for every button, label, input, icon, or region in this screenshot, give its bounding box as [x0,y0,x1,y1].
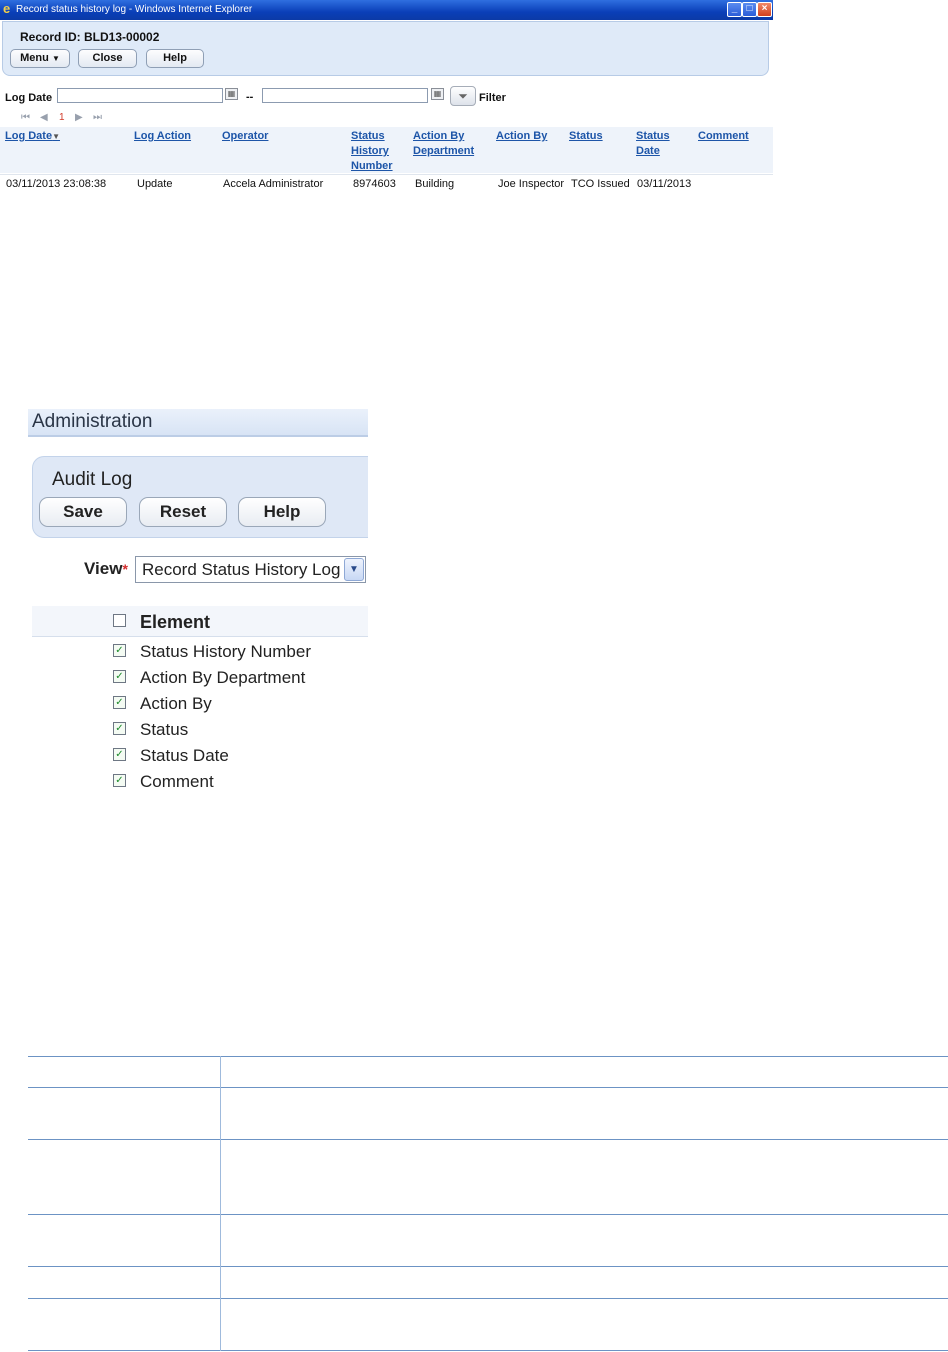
view-label: View* [84,559,128,579]
view-label-text: View [84,559,123,578]
minimize-icon[interactable]: _ [727,2,742,17]
log-date-to-input[interactable] [262,88,428,103]
column-header-status-history-number[interactable]: Status History Number [351,129,405,174]
last-page-icon[interactable]: ⏭ [93,112,102,124]
administration-title: Administration [32,411,153,432]
filter-label: Filter [479,92,506,104]
table-divider [28,1350,948,1351]
view-select-value: Record Status History Log [142,560,341,579]
table-divider [28,1139,948,1140]
list-item: ✓ Status [32,717,368,743]
element-label: Status [140,720,189,739]
cell-log-action: Update [137,178,173,190]
list-item: ✓ Action By [32,691,368,717]
column-header-status[interactable]: Status [569,129,603,144]
list-item: ✓ Status Date [32,743,368,769]
cell-status-history-number: 8974603 [353,178,396,190]
menu-button-label: Menu [20,52,49,64]
close-window-icon[interactable]: × [757,2,772,17]
help-button[interactable]: Help [238,497,326,527]
audit-log-title: Audit Log [52,469,133,490]
cell-operator: Accela Administrator [223,178,324,190]
element-label: Status History Number [140,642,311,661]
calendar-icon[interactable]: ▦ [431,88,444,100]
element-checkbox[interactable]: ✓ [113,722,126,735]
element-checkbox[interactable]: ✓ [113,696,126,709]
element-column-header: Element [140,612,211,632]
list-item: ✓ Comment [32,769,368,795]
element-label: Comment [140,772,214,791]
log-date-filter: Log Date ▦ -- ▦ ⏷ Filter [0,86,773,108]
window-title: Record status history log - Windows Inte… [16,4,253,15]
element-label: Status Date [140,746,229,765]
column-header-action-by-department[interactable]: Action By Department [413,129,485,159]
cell-status-date: 03/11/2013 [637,178,692,190]
cell-log-date: 03/11/2013 23:08:38 [6,178,107,190]
list-item: ✓ Action By Department [32,665,368,691]
column-header-comment[interactable]: Comment [698,129,749,144]
element-label: Action By [140,694,212,713]
menu-button[interactable]: Menu ▼ [10,49,70,68]
ie-popup-window: e Record status history log - Windows In… [0,0,773,193]
log-date-from-input[interactable] [57,88,223,103]
window-titlebar: e Record status history log - Windows In… [0,0,773,20]
first-page-icon[interactable]: ⏮ [21,112,30,124]
save-button[interactable]: Save [39,497,127,527]
table-row[interactable]: 03/11/2013 23:08:38 Update Accela Admini… [0,174,773,193]
view-select[interactable]: Record Status History Log ▼ [135,556,366,583]
ie-logo-icon: e [3,1,11,16]
column-header-label: Log Date [5,130,53,142]
log-date-label: Log Date [5,92,53,104]
required-marker: * [122,561,128,577]
cell-status: TCO Issued [571,178,630,190]
next-page-icon[interactable]: ▶ [75,112,83,124]
administration-header: Administration [28,409,368,437]
table-column-divider [220,1056,221,1351]
element-label: Action By Department [140,668,306,687]
table-divider [28,1056,948,1057]
column-header-log-date[interactable]: Log Date▼ [5,129,60,144]
date-range-separator: -- [246,91,254,103]
column-header-action-by[interactable]: Action By [496,129,547,144]
close-button[interactable]: Close [78,49,137,68]
element-checkbox[interactable]: ✓ [113,670,126,683]
previous-page-icon[interactable]: ◀ [40,112,48,124]
element-list-header: Element [32,606,368,637]
maximize-icon[interactable]: □ [742,2,757,17]
sort-descending-icon: ▼ [52,132,60,141]
element-checkbox[interactable]: ✓ [113,644,126,657]
table-divider [28,1266,948,1267]
element-checkbox[interactable]: ✓ [113,774,126,787]
column-header-log-action[interactable]: Log Action [134,129,191,144]
column-header-status-date[interactable]: Status Date [636,129,680,159]
table-divider [28,1214,948,1215]
chevron-down-icon[interactable]: ▼ [344,558,364,581]
record-id-label: Record ID: BLD13-00002 [20,30,160,44]
menu-dropdown-icon: ▼ [51,54,60,63]
cell-action-by: Joe Inspector [498,178,565,190]
element-checkbox[interactable]: ✓ [113,748,126,761]
select-all-checkbox[interactable] [113,614,126,627]
filter-funnel-icon[interactable]: ⏷ [450,86,476,106]
grid-header: Log Date▼ Log Action Operator Status His… [0,127,773,173]
cell-action-by-department: Building [415,178,455,190]
help-button[interactable]: Help [146,49,204,68]
list-item: ✓ Status History Number [32,639,368,665]
column-header-operator[interactable]: Operator [222,129,268,144]
audit-log-panel: Audit Log Save Reset Help [32,456,368,538]
calendar-icon[interactable]: ▦ [225,88,238,100]
record-header: Record ID: BLD13-00002 Menu ▼ Close Help [2,21,769,76]
table-divider [28,1087,948,1088]
current-page-number[interactable]: 1 [59,112,65,124]
reset-button[interactable]: Reset [139,497,227,527]
table-divider [28,1298,948,1299]
